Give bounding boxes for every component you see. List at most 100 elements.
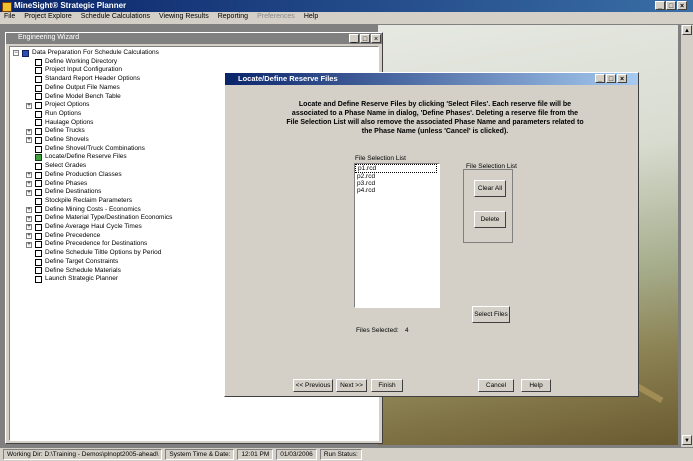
tree-item[interactable]: + Define Precedence xyxy=(26,232,100,241)
tree-item-label: Standard Report Header Options xyxy=(45,75,141,83)
tree-item-label: Select Grades xyxy=(45,162,87,170)
tree-item[interactable]: + Define Average Haul Cycle Times xyxy=(26,223,142,232)
tree-item-label: Data Preparation For Schedule Calculatio… xyxy=(32,49,159,56)
clear-all-button[interactable]: Clear All xyxy=(474,180,506,197)
expand-icon[interactable]: + xyxy=(26,241,32,248)
menu-item[interactable]: Project Explore xyxy=(20,12,76,24)
tree-item[interactable]: Launch Strategic Planner xyxy=(26,275,118,284)
document-icon xyxy=(35,67,42,75)
tree-item[interactable]: + Define Material Type/Destination Econom… xyxy=(26,214,172,223)
file-list-item[interactable]: p1.rcd xyxy=(355,164,437,173)
tree-item-label: Define Target Constraints xyxy=(45,257,119,265)
menu-item[interactable]: Viewing Results xyxy=(155,12,214,24)
tree-item-label: Haulage Options xyxy=(45,118,94,126)
tree-item[interactable]: Define Schedule Materials xyxy=(26,267,121,276)
collapse-icon[interactable]: − xyxy=(13,50,19,57)
document-icon xyxy=(35,119,42,127)
tree-item[interactable]: Define Target Constraints xyxy=(26,258,118,267)
menu-item[interactable]: Help xyxy=(300,12,323,24)
expand-icon[interactable]: + xyxy=(26,233,32,240)
help-button[interactable]: Help xyxy=(521,379,551,392)
finish-button[interactable]: Finish xyxy=(371,379,403,392)
delete-button[interactable]: Delete xyxy=(474,211,506,228)
tree-item-label: Define Destinations xyxy=(45,188,102,196)
expand-icon[interactable]: + xyxy=(26,180,32,187)
menu-item[interactable]: Preferences xyxy=(253,12,300,24)
document-icon xyxy=(35,223,42,231)
tree-item-label: Define Working Directory xyxy=(45,57,118,65)
tree-item[interactable]: + Define Precedence for Destinations xyxy=(26,240,147,249)
scroll-up-icon[interactable]: ▲ xyxy=(682,25,692,35)
tree-item[interactable]: Define Shovel/Truck Combinations xyxy=(26,145,145,154)
tree-item-label: Define Average Haul Cycle Times xyxy=(45,223,142,230)
expand-icon[interactable]: + xyxy=(26,215,32,222)
file-selection-list[interactable]: p1.rcd p2.rcd p3.rcd p4.rcd xyxy=(354,163,440,308)
tree-item[interactable]: Define Schedule Tiltle Options by Period xyxy=(26,249,161,258)
expand-icon[interactable]: + xyxy=(26,172,32,179)
expand-icon[interactable]: + xyxy=(26,189,32,196)
tree-item[interactable]: Locate/Define Reserve Files xyxy=(26,153,127,162)
tree-minimize-button[interactable]: _ xyxy=(349,34,359,43)
tree-item[interactable]: + Define Production Classes xyxy=(26,171,122,180)
cancel-button[interactable]: Cancel xyxy=(478,379,514,392)
document-icon xyxy=(35,58,42,66)
tree-item[interactable]: Run Options xyxy=(26,110,81,119)
tree-item[interactable]: + Define Mining Costs - Economics xyxy=(26,206,141,215)
expand-icon[interactable]: + xyxy=(26,128,32,135)
workspace-scrollbar[interactable]: ▲ ▼ xyxy=(680,25,693,447)
previous-button[interactable]: << Previous xyxy=(293,379,333,392)
document-icon xyxy=(35,75,42,83)
tree-item[interactable]: + Project Options xyxy=(26,101,89,110)
tree-item[interactable]: Haulage Options xyxy=(26,119,93,128)
tree-item[interactable]: + Define Trucks xyxy=(26,127,85,136)
file-list-item[interactable]: p3.rcd xyxy=(355,180,439,187)
tree-item[interactable]: Select Grades xyxy=(26,162,86,171)
tree-item[interactable]: Standard Report Header Options xyxy=(26,75,140,84)
tree-item[interactable]: + Define Shovels xyxy=(26,136,89,145)
select-files-button[interactable]: Select Files xyxy=(472,306,510,323)
file-list-item[interactable]: p2.rcd xyxy=(355,173,439,180)
tree-item-label: Define Schedule Materials xyxy=(45,266,121,274)
menu-item[interactable]: Reporting xyxy=(214,12,253,24)
document-icon xyxy=(35,93,42,101)
menu-item[interactable]: File xyxy=(0,12,20,24)
document-icon xyxy=(35,128,42,136)
expand-icon[interactable]: + xyxy=(26,102,32,109)
document-icon xyxy=(35,267,42,275)
tree-item[interactable]: − Data Preparation For Schedule Calculati… xyxy=(13,49,159,58)
document-icon xyxy=(35,136,42,144)
tree-item[interactable]: + Define Destinations xyxy=(26,188,101,197)
tree-maximize-button[interactable]: □ xyxy=(360,34,370,43)
document-icon xyxy=(35,84,42,92)
tree-item[interactable]: Define Model Bench Table xyxy=(26,93,121,102)
tree-item[interactable]: Project Input Configuration xyxy=(26,66,122,75)
document-icon xyxy=(35,145,42,153)
scroll-down-icon[interactable]: ▼ xyxy=(682,435,692,445)
minimize-button[interactable]: _ xyxy=(655,1,665,10)
tree-item-label: Define Material Type/Destination Economi… xyxy=(45,214,173,222)
expand-icon[interactable]: + xyxy=(26,224,32,231)
dialog-maximize-button[interactable]: □ xyxy=(606,74,616,83)
expand-icon[interactable]: + xyxy=(26,137,32,144)
dialog-close-button[interactable]: × xyxy=(617,74,627,83)
file-list-item[interactable]: p4.rcd xyxy=(355,187,439,194)
files-selected-count: 4 xyxy=(405,327,409,334)
document-icon xyxy=(35,197,42,205)
close-button[interactable]: × xyxy=(677,1,687,10)
menu-item[interactable]: Schedule Calculations xyxy=(77,12,155,24)
document-icon xyxy=(35,171,42,179)
tree-item[interactable]: Stockpile Reclaim Parameters xyxy=(26,197,132,206)
tree-close-button[interactable]: × xyxy=(371,34,381,43)
next-button[interactable]: Next >> xyxy=(336,379,367,392)
tree-item[interactable]: + Define Phases xyxy=(26,180,87,189)
tree-window-title: Engineering Wizard xyxy=(18,34,80,41)
tree-window-titlebar: Engineering Wizard _ □ × xyxy=(6,33,382,44)
expand-icon[interactable]: + xyxy=(26,206,32,213)
tree-item[interactable]: Define Working Directory xyxy=(26,58,117,67)
dialog-minimize-button[interactable]: _ xyxy=(595,74,605,83)
maximize-button[interactable]: □ xyxy=(666,1,676,10)
run-status: Run Status: xyxy=(319,449,362,460)
document-icon xyxy=(35,102,42,110)
tree-item-label: Define Precedence xyxy=(45,231,101,239)
tree-item[interactable]: Define Output File Names xyxy=(26,84,120,93)
